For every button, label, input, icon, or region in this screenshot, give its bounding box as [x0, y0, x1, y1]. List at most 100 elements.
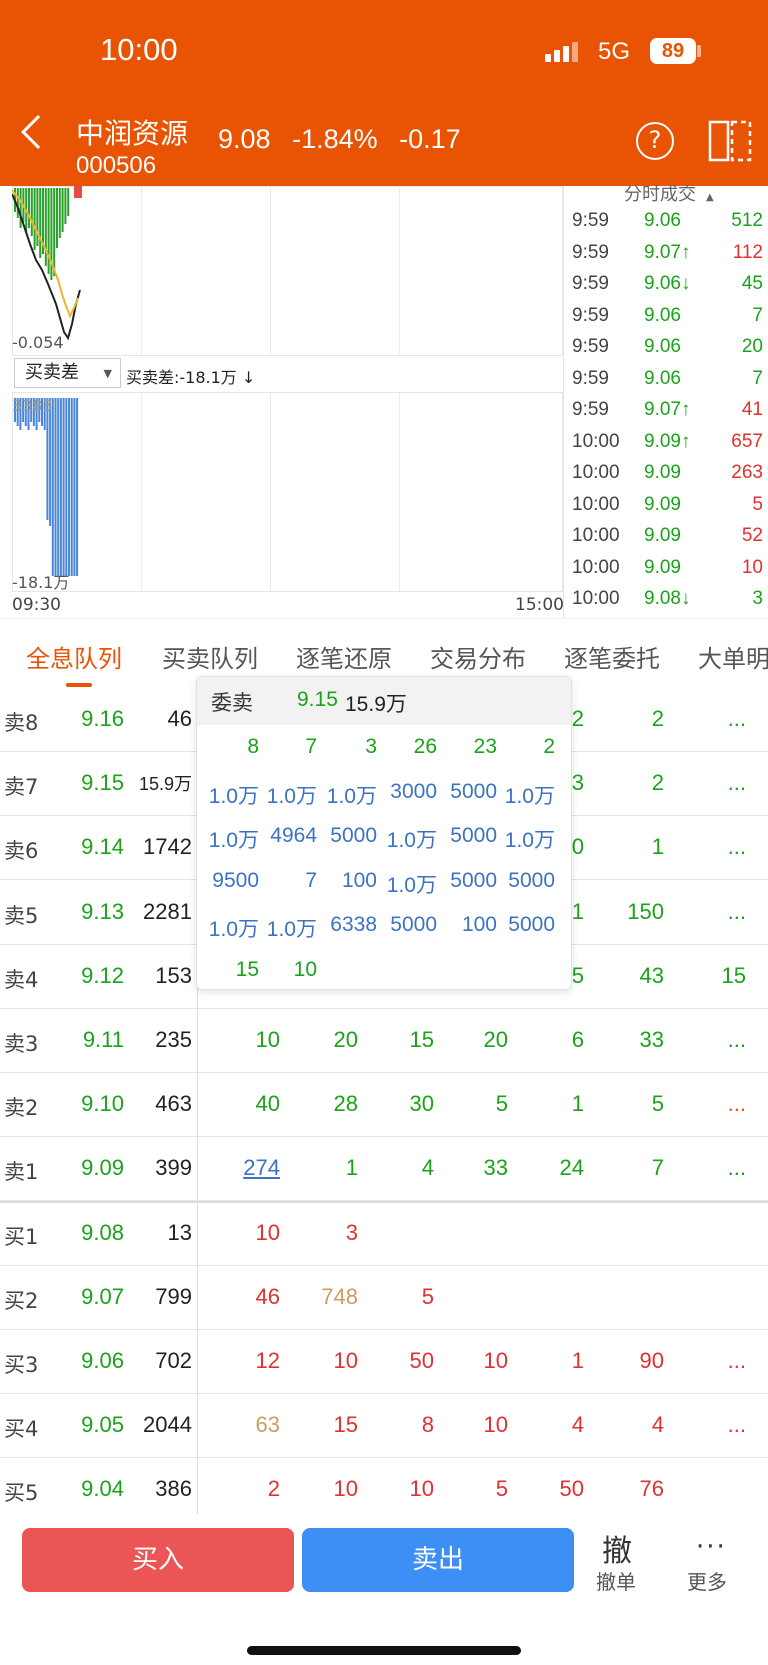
sell-button[interactable]: 卖出 [302, 1528, 574, 1592]
home-indicator [247, 1646, 521, 1655]
caret-up-icon: ▲ [706, 192, 714, 203]
queue-row[interactable]: 买1 9.08 13 10 3 [0, 1202, 768, 1266]
tab-tick-restore[interactable]: 逐笔还原 [296, 639, 392, 674]
trade-ticks-panel[interactable]: 分时成交 ▲ 9:59 9.06 512 9:59 9.07↑ 112 9:59 9.06↓ 45… [563, 184, 768, 618]
question-circle-icon[interactable]: ? [636, 122, 674, 160]
queue-order-cell[interactable]: ... [676, 834, 746, 860]
queue-order-cell[interactable]: ... [676, 706, 746, 732]
queue-detail-popup[interactable]: 委卖 9.15 15.9万 8 7 3 26 23 2 1.0万 1.0万 1.0万 3000 50… [196, 676, 572, 990]
queue-volume: 2281 [143, 898, 192, 924]
indicator-select[interactable]: 买卖差 ▼ [14, 358, 121, 388]
queue-order-cell: 10 [333, 1348, 358, 1373]
more-button[interactable]: 更多 [687, 1566, 727, 1595]
volume-bar [68, 398, 70, 576]
price-low-label: -0.054 [12, 333, 64, 352]
tab-bid-ask-queue[interactable]: 买卖队列 [162, 639, 258, 674]
queue-row[interactable]: 卖1 9.09 399 274 1 4 33 24 7... [0, 1137, 768, 1202]
time-start-label: 09:30 [12, 595, 61, 615]
volume-bar [57, 398, 60, 576]
tab-tick-orders[interactable]: 逐笔委托 [564, 639, 660, 674]
popup-volume: 15.9万 [345, 693, 407, 716]
tab-large-orders[interactable]: 大单明 [698, 639, 768, 674]
queue-volume: 13 [167, 1219, 192, 1245]
tab-full-queue[interactable]: 全息队列 [26, 639, 122, 674]
tick-price: 9.09 [644, 493, 681, 515]
queue-price: 9.06 [81, 1348, 124, 1373]
popup-order-cell: 5000 [508, 868, 555, 892]
queue-order-cell: 2 [267, 1476, 280, 1502]
tab-trade-distribution[interactable]: 交易分布 [430, 639, 526, 674]
tick-time: 10:00 [572, 462, 620, 483]
more-icon[interactable]: ··· [696, 1532, 727, 1562]
stock-code: 000506 [76, 152, 157, 179]
popup-order-cell: 1.0万 [504, 784, 555, 808]
queue-order-cell[interactable]: ... [676, 1348, 746, 1374]
queue-row[interactable]: 买3 9.06 702 12 10 50 10 1 90... [0, 1330, 768, 1394]
intraday-chart[interactable]: -0.054 买卖差 ▼ 买卖差:-18.1万 ↓ 3383 -18.1万 09… [0, 186, 564, 618]
queue-order-cell[interactable]: ... [676, 1155, 746, 1181]
queue-row[interactable]: 买5 9.04 386 2 10 10 5 50 76 [0, 1458, 768, 1514]
queue-price: 9.11 [82, 1027, 124, 1052]
volume-bar [54, 398, 57, 576]
popup-header: 委卖 9.15 15.9万 [197, 677, 571, 725]
stock-name: 中润资源 [76, 117, 189, 150]
cancel-order-button[interactable]: 撤单 [596, 1566, 636, 1595]
queue-row[interactable]: 卖2 9.10 463 40 28 30 5 1 5... [0, 1073, 768, 1138]
queue-order-cell: 1 [571, 1348, 584, 1373]
tick-row: 9:59 9.06 20 [564, 336, 768, 366]
popup-order-cell: 1.0万 [266, 918, 317, 941]
queue-level-label: 卖1 [4, 1160, 39, 1185]
queue-level-label: 卖7 [4, 775, 39, 800]
tick-time: 9:59 [572, 304, 609, 326]
queue-order-cell[interactable]: ... [676, 899, 746, 925]
chart-drawing [12, 186, 82, 576]
tick-time: 10:00 [572, 493, 620, 515]
queue-order-cell: 90 [639, 1348, 664, 1373]
queue-order-cell: 1 [651, 834, 664, 860]
volume-bar [46, 398, 49, 520]
queue-volume: 399 [155, 1155, 192, 1181]
popup-order-cell: 23 [473, 735, 497, 758]
queue-order-cell[interactable]: ... [676, 1412, 746, 1438]
back-icon[interactable] [21, 115, 55, 149]
cancel-order-icon[interactable]: 撤 [602, 1526, 632, 1570]
tick-time: 9:59 [572, 273, 609, 294]
queue-order-cell[interactable]: ... [676, 1027, 746, 1053]
queue-order-cell[interactable]: ... [676, 1091, 746, 1117]
tick-row: 10:00 9.09 263 [564, 462, 768, 492]
popup-order-cell: 5000 [450, 868, 497, 892]
tick-volume: 263 [731, 462, 763, 483]
queue-order-cell: 10 [333, 1476, 358, 1502]
price-bar [19, 188, 22, 228]
queue-order-cell: 1 [345, 1155, 358, 1181]
popup-order-cell: 15 [235, 957, 259, 981]
queue-row[interactable]: 卖3 9.11 235 10 20 15 20 6 33... [0, 1009, 768, 1073]
queue-order-cell: 5 [651, 1091, 664, 1117]
queue-level-label: 买3 [4, 1353, 39, 1377]
tick-row: 10:00 9.09 52 [564, 525, 768, 555]
tick-volume: 657 [731, 430, 763, 452]
tick-time: 10:00 [572, 430, 620, 452]
queue-level-label: 买2 [4, 1288, 39, 1313]
queue-order-cell: 2 [651, 770, 664, 796]
buy-button[interactable]: 买入 [22, 1528, 294, 1592]
indicator-select-label: 买卖差 [25, 362, 79, 383]
volume-min-label: -18.1万 [12, 573, 70, 592]
queue-row[interactable]: 买2 9.07 799 46 748 5 [0, 1266, 768, 1330]
queue-order-cell: 43 [639, 962, 664, 988]
queue-volume: 463 [155, 1091, 192, 1117]
queue-order-cell[interactable]: 274 [210, 1155, 280, 1181]
tick-time: 9:59 [572, 367, 609, 389]
queue-order-cell[interactable]: ... [676, 770, 746, 796]
split-layout-icon[interactable] [708, 120, 752, 162]
price-bar [44, 188, 47, 266]
queue-order-cell: 6 [571, 1027, 584, 1052]
time-end-label: 15:00 [515, 595, 564, 615]
queue-order-cell: 12 [255, 1348, 280, 1373]
popup-order-cell: 1.0万 [326, 784, 377, 808]
queue-order-cell: 150 [627, 898, 664, 924]
volume-bar [65, 398, 68, 576]
queue-volume: 799 [155, 1283, 192, 1309]
price-bar-red [74, 186, 82, 198]
queue-row[interactable]: 买4 9.05 2044 63 15 8 10 4 4... [0, 1394, 768, 1459]
